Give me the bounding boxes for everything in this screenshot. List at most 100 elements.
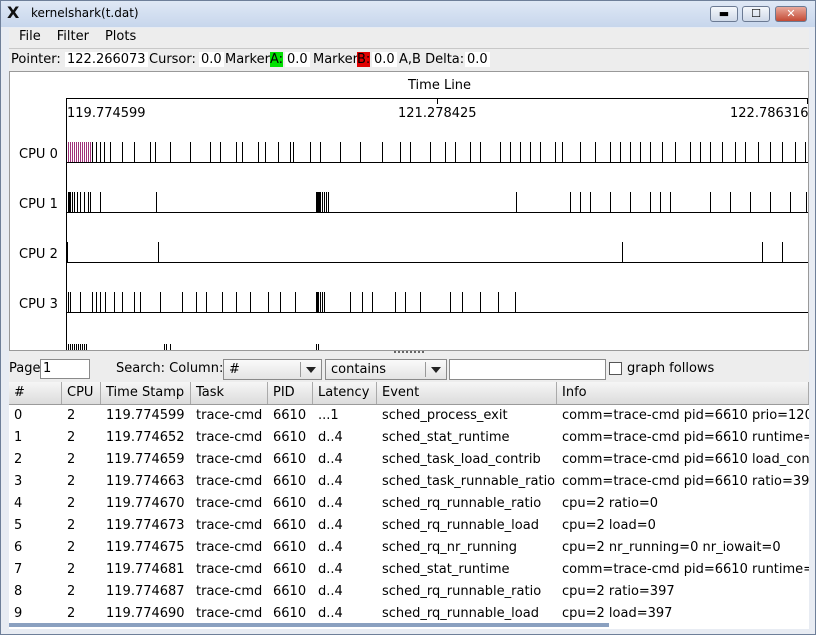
- event-mark[interactable]: [595, 142, 596, 162]
- event-mark[interactable]: [258, 142, 259, 162]
- event-mark[interactable]: [462, 292, 463, 312]
- event-mark[interactable]: [170, 344, 171, 350]
- event-mark[interactable]: [72, 142, 73, 162]
- event-mark[interactable]: [80, 192, 81, 212]
- event-mark[interactable]: [405, 292, 406, 312]
- column-header[interactable]: Event: [377, 382, 557, 404]
- table-row[interactable]: 2 2 119.774659 trace-cmd 6610 d..4 sched_task_…: [9, 449, 809, 471]
- event-mark[interactable]: [92, 142, 93, 162]
- event-mark[interactable]: [455, 142, 456, 162]
- graph-follows-checkbox[interactable]: [609, 362, 622, 375]
- maximize-button[interactable]: ☐: [742, 6, 770, 22]
- event-mark[interactable]: [196, 292, 197, 312]
- event-mark[interactable]: [82, 344, 83, 350]
- event-mark[interactable]: [500, 142, 501, 162]
- column-header[interactable]: #: [9, 382, 62, 404]
- event-mark[interactable]: [795, 142, 796, 162]
- event-mark[interactable]: [155, 142, 156, 162]
- event-mark[interactable]: [350, 292, 351, 312]
- event-mark[interactable]: [290, 142, 291, 162]
- close-button[interactable]: ✕: [775, 6, 807, 22]
- event-mark[interactable]: [80, 292, 81, 312]
- event-mark[interactable]: [515, 292, 516, 312]
- event-mark[interactable]: [630, 192, 631, 212]
- event-mark[interactable]: [110, 142, 111, 162]
- event-mark[interactable]: [70, 292, 71, 312]
- event-mark[interactable]: [104, 142, 105, 162]
- event-mark[interactable]: [750, 192, 751, 212]
- event-mark[interactable]: [782, 242, 783, 262]
- event-mark[interactable]: [540, 142, 541, 162]
- event-mark[interactable]: [84, 344, 85, 350]
- table-row[interactable]: 8 2 119.774687 trace-cmd 6610 d..4 sched_rq_ru…: [9, 581, 809, 603]
- event-mark[interactable]: [480, 142, 481, 162]
- event-mark[interactable]: [72, 344, 73, 350]
- event-mark[interactable]: [114, 292, 115, 312]
- table-row[interactable]: 7 2 119.774681 trace-cmd 6610 d..4 sched_stat_…: [9, 559, 809, 581]
- event-mark[interactable]: [134, 292, 135, 312]
- event-mark[interactable]: [90, 142, 91, 162]
- column-header[interactable]: Task: [191, 382, 268, 404]
- event-mark[interactable]: [710, 192, 711, 212]
- event-mark[interactable]: [86, 344, 87, 350]
- event-mark[interactable]: [100, 192, 101, 212]
- event-mark[interactable]: [745, 142, 746, 162]
- menu-file[interactable]: File: [13, 28, 47, 46]
- page-spinner[interactable]: 1: [40, 359, 90, 379]
- event-mark[interactable]: [68, 344, 69, 350]
- menu-plots[interactable]: Plots: [99, 28, 142, 46]
- event-mark[interactable]: [72, 192, 73, 212]
- event-mark[interactable]: [265, 142, 266, 162]
- event-mark[interactable]: [590, 192, 591, 212]
- table-row[interactable]: 0 2 119.774599 trace-cmd 6610 ...1 sched_proce…: [9, 405, 809, 427]
- event-mark[interactable]: [450, 292, 451, 312]
- event-mark[interactable]: [690, 142, 691, 162]
- event-mark[interactable]: [382, 142, 383, 162]
- table-row[interactable]: 6 2 119.774675 trace-cmd 6610 d..4 sched_rq_nr…: [9, 537, 809, 559]
- event-mark[interactable]: [166, 344, 167, 350]
- event-mark[interactable]: [88, 142, 89, 162]
- event-mark[interactable]: [324, 192, 325, 212]
- column-header[interactable]: Info: [557, 382, 809, 404]
- event-mark[interactable]: [92, 292, 93, 312]
- event-mark[interactable]: [480, 292, 481, 312]
- event-mark[interactable]: [400, 142, 401, 162]
- event-mark[interactable]: [610, 192, 611, 212]
- column-header[interactable]: CPU: [62, 382, 101, 404]
- event-mark[interactable]: [70, 142, 71, 162]
- event-mark[interactable]: [78, 344, 79, 350]
- event-mark[interactable]: [295, 292, 296, 312]
- event-mark[interactable]: [322, 292, 323, 312]
- column-header[interactable]: Latency: [313, 382, 377, 404]
- event-mark[interactable]: [790, 192, 791, 212]
- event-mark[interactable]: [340, 142, 341, 162]
- event-mark[interactable]: [236, 292, 237, 312]
- event-mark[interactable]: [640, 142, 641, 162]
- event-mark[interactable]: [80, 142, 81, 162]
- event-mark[interactable]: [76, 142, 77, 162]
- event-mark[interactable]: [280, 292, 281, 312]
- event-mark[interactable]: [710, 142, 711, 162]
- event-mark[interactable]: [268, 292, 269, 312]
- event-mark[interactable]: [68, 142, 69, 162]
- event-mark[interactable]: [806, 192, 807, 212]
- event-mark[interactable]: [68, 292, 69, 312]
- event-mark[interactable]: [318, 344, 319, 350]
- event-mark[interactable]: [555, 142, 556, 162]
- event-mark[interactable]: [722, 142, 723, 162]
- event-mark[interactable]: [675, 142, 676, 162]
- event-mark[interactable]: [190, 142, 191, 162]
- minimize-button[interactable]: ▬: [710, 6, 738, 22]
- event-mark[interactable]: [660, 192, 661, 212]
- event-mark[interactable]: [100, 142, 101, 162]
- table-row[interactable]: 9 2 119.774690 trace-cmd 6610 d..4 sched_rq_ru…: [9, 603, 809, 625]
- event-mark[interactable]: [74, 192, 75, 212]
- event-mark[interactable]: [530, 142, 531, 162]
- event-mark[interactable]: [206, 292, 207, 312]
- event-mark[interactable]: [782, 142, 783, 162]
- event-mark[interactable]: [100, 292, 101, 312]
- event-mark[interactable]: [320, 292, 321, 312]
- operator-select[interactable]: contains: [325, 359, 447, 380]
- event-mark[interactable]: [520, 142, 521, 162]
- event-mark[interactable]: [86, 142, 87, 162]
